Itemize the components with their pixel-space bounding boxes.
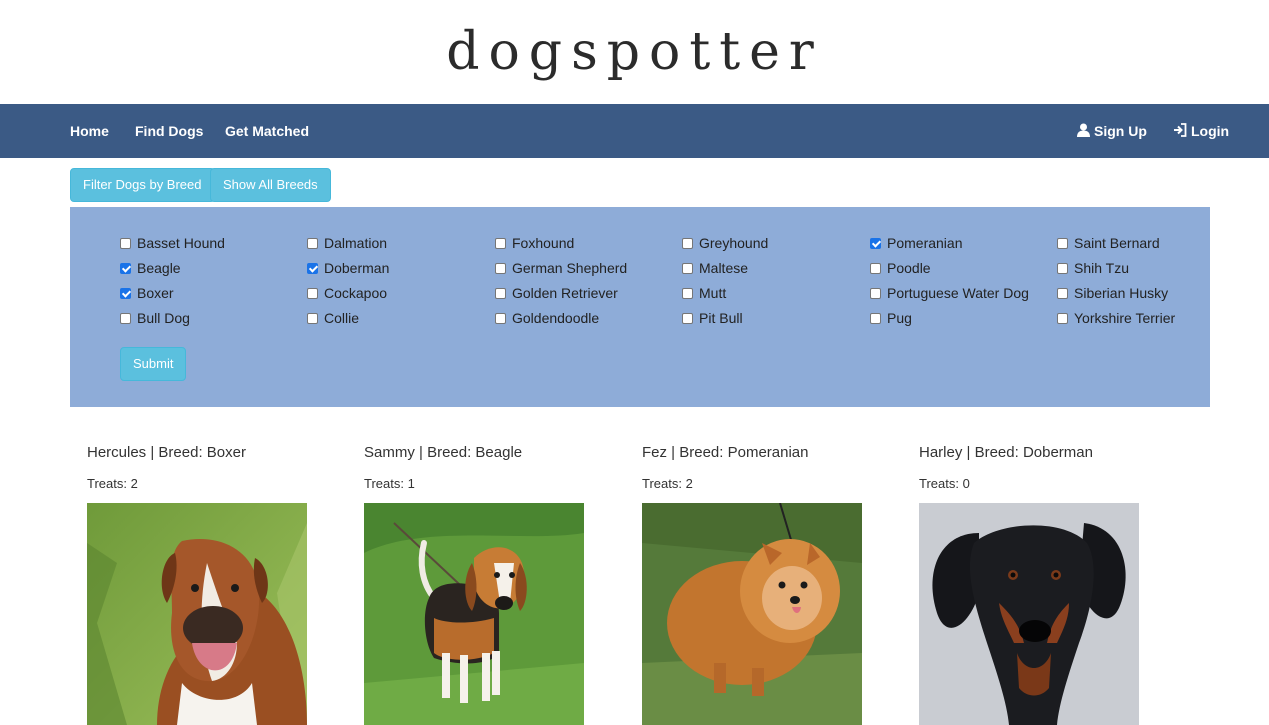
dog-card: Harley | Breed: Doberman Treats: 0 xyxy=(919,440,1159,725)
breed-label: Mutt xyxy=(699,285,727,301)
submit-button[interactable]: Submit xyxy=(120,347,187,381)
breed-label: Siberian Husky xyxy=(1074,285,1169,301)
breed-label: Doberman xyxy=(324,260,390,276)
dog-treats: Treats: 2 xyxy=(87,476,138,491)
dog-treats: Treats: 2 xyxy=(642,476,693,491)
dog-card: Hercules | Breed: Boxer Treats: 2 xyxy=(87,440,327,725)
breed-label: Bull Dog xyxy=(137,310,190,326)
breed-checkbox[interactable] xyxy=(682,263,693,274)
breed-checkbox[interactable] xyxy=(495,263,506,274)
breed-checkbox[interactable] xyxy=(495,288,506,299)
dog-card: Sammy | Breed: Beagle Treats: 1 xyxy=(364,440,604,725)
filter-by-breed-button[interactable]: Filter Dogs by Breed xyxy=(70,168,215,202)
nav-find-dogs-link[interactable]: Find Dogs xyxy=(135,104,203,158)
breed-checkbox[interactable] xyxy=(682,313,693,324)
nav-login-link[interactable]: Login xyxy=(1173,104,1229,158)
breed-label: Greyhound xyxy=(699,235,769,251)
breed-label: Collie xyxy=(324,310,360,326)
breed-label: Goldendoodle xyxy=(512,310,600,326)
breed-label: Boxer xyxy=(137,285,174,301)
breed-label: Maltese xyxy=(699,260,749,276)
breed-checkbox[interactable] xyxy=(495,313,506,324)
show-all-breeds-button[interactable]: Show All Breeds xyxy=(210,168,331,202)
dog-title: Sammy | Breed: Beagle xyxy=(364,444,523,461)
breed-label: Pomeranian xyxy=(887,235,963,251)
boxer-photo[interactable] xyxy=(87,503,307,725)
breed-label: Dalmation xyxy=(324,235,388,251)
breed-label: Poodle xyxy=(887,260,931,276)
dog-treats: Treats: 0 xyxy=(919,476,970,491)
breed-filter-panel: Basset Hound Beagle Boxer Bull Dog Dalmation… xyxy=(70,207,1210,407)
breed-checkbox[interactable] xyxy=(1057,263,1068,274)
breed-label: Pit Bull xyxy=(699,310,743,326)
breed-checkbox[interactable] xyxy=(307,238,318,249)
site-logo-title: dogspotter xyxy=(446,22,823,82)
breed-checkbox[interactable] xyxy=(682,288,693,299)
dog-title: Harley | Breed: Doberman xyxy=(919,444,1093,461)
pomeranian-photo[interactable] xyxy=(642,503,862,725)
breed-checkbox[interactable] xyxy=(1057,288,1068,299)
breed-checkbox[interactable] xyxy=(495,238,506,249)
breed-label: Saint Bernard xyxy=(1074,235,1160,251)
breed-checkbox[interactable] xyxy=(120,263,131,274)
breed-label: Golden Retriever xyxy=(512,285,618,301)
login-icon xyxy=(1173,105,1187,159)
breed-checkbox[interactable] xyxy=(870,313,881,324)
site-header: dogspotter xyxy=(0,0,1269,104)
login-label: Login xyxy=(1191,123,1230,139)
navbar: Home Find Dogs Get Matched Sign Up Login xyxy=(0,104,1269,158)
dog-title: Fez | Breed: Pomeranian xyxy=(642,444,809,461)
doberman-photo[interactable] xyxy=(919,503,1139,725)
breed-checkbox[interactable] xyxy=(1057,313,1068,324)
nav-sign-up-link[interactable]: Sign Up xyxy=(1077,104,1147,158)
breed-label: Basset Hound xyxy=(137,235,225,251)
breed-label: Shih Tzu xyxy=(1074,260,1129,276)
breed-label: Portuguese Water Dog xyxy=(887,285,1029,301)
breed-label: German Shepherd xyxy=(512,260,628,276)
nav-get-matched-link[interactable]: Get Matched xyxy=(225,104,309,158)
breed-label: Pug xyxy=(887,310,912,326)
breed-label: Cockapoo xyxy=(324,285,388,301)
breed-checkbox[interactable] xyxy=(307,288,318,299)
breed-checkbox[interactable] xyxy=(120,238,131,249)
breed-checkbox[interactable] xyxy=(1057,238,1068,249)
breed-checkbox[interactable] xyxy=(870,263,881,274)
breed-label: Yorkshire Terrier xyxy=(1074,310,1176,326)
breed-checkbox[interactable] xyxy=(307,263,318,274)
dog-treats: Treats: 1 xyxy=(364,476,415,491)
breed-checkbox[interactable] xyxy=(870,238,881,249)
beagle-photo[interactable] xyxy=(364,503,584,725)
breed-checkbox[interactable] xyxy=(870,288,881,299)
breed-checkbox[interactable] xyxy=(120,313,131,324)
breed-label: Foxhound xyxy=(512,235,575,251)
dog-title: Hercules | Breed: Boxer xyxy=(87,444,246,461)
breed-checkbox[interactable] xyxy=(120,288,131,299)
nav-home-link[interactable]: Home xyxy=(70,104,109,158)
user-icon xyxy=(1077,105,1090,159)
breed-checkbox[interactable] xyxy=(307,313,318,324)
breed-checkbox[interactable] xyxy=(682,238,693,249)
breed-label: Beagle xyxy=(137,260,181,276)
dog-card: Fez | Breed: Pomeranian Treats: 2 xyxy=(642,440,882,725)
sign-up-label: Sign Up xyxy=(1094,123,1147,139)
